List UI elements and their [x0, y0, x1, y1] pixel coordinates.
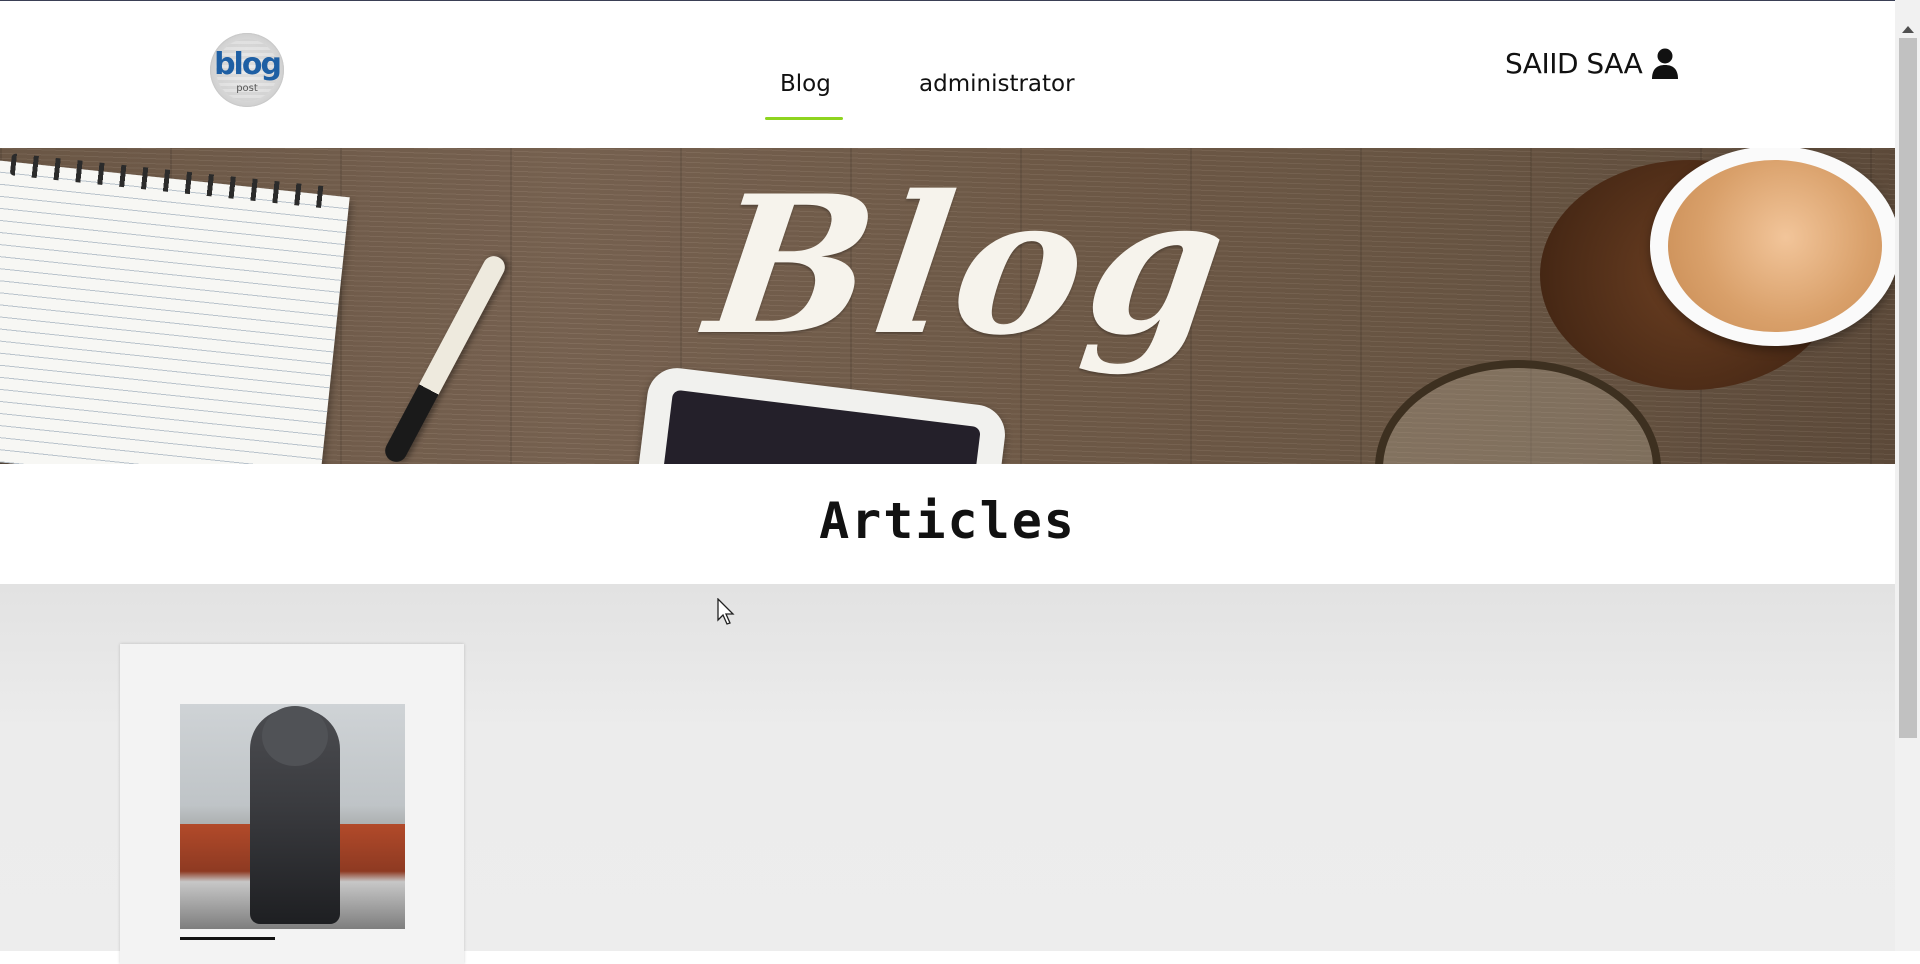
- articles-grid: [0, 584, 1895, 964]
- banner-pen-image: [381, 252, 509, 464]
- user-menu[interactable]: SAIID SAA: [1505, 47, 1680, 80]
- page-title: Articles: [819, 492, 1076, 550]
- nav-item-administrator[interactable]: administrator: [919, 71, 1075, 97]
- articles-header: Articles: [0, 464, 1895, 584]
- user-name: SAIID SAA: [1505, 47, 1643, 80]
- site-logo[interactable]: blog post: [210, 33, 284, 107]
- article-thumbnail[interactable]: [180, 704, 405, 929]
- page-scrollbar[interactable]: [1895, 0, 1920, 951]
- banner-title: Blog: [696, 154, 1244, 377]
- user-icon: [1652, 48, 1679, 79]
- logo-text: blog: [214, 47, 282, 82]
- hero-banner: Blog: [0, 148, 1895, 464]
- nav-active-indicator: [765, 117, 843, 120]
- scroll-thumb[interactable]: [1899, 38, 1917, 738]
- banner-coffee-cup-image: [1650, 148, 1895, 346]
- thumbnail-hood: [262, 706, 328, 766]
- mouse-cursor-icon: [717, 598, 735, 625]
- scroll-up-arrow-icon[interactable]: [1902, 26, 1914, 33]
- banner-notebook-image: [0, 160, 350, 464]
- article-card[interactable]: [120, 644, 464, 964]
- banner-phone-image: [631, 364, 1009, 464]
- article-title-underline: [180, 937, 275, 940]
- site-header: blog post Blog administrator SAIID SAA: [0, 1, 1895, 148]
- nav-item-blog[interactable]: Blog: [780, 71, 831, 97]
- logo-subtext: post: [236, 83, 258, 94]
